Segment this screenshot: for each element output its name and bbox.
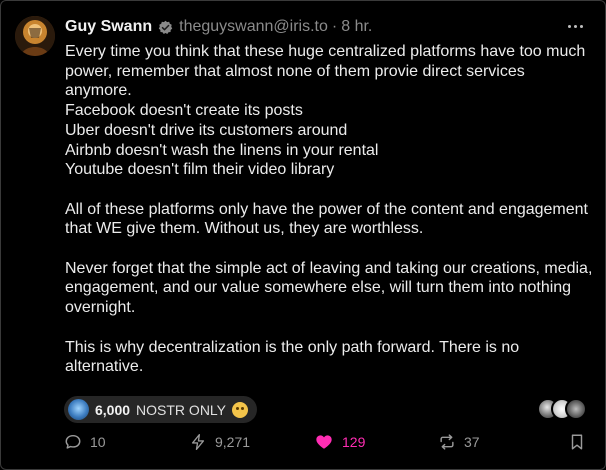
note-header: Guy Swann theguyswann@iris.to · 8 hr. — [65, 16, 585, 38]
like-button[interactable]: 129 — [314, 427, 365, 457]
top-zap-amount: 6,000 — [95, 401, 131, 418]
zapper-avatar — [565, 398, 587, 420]
header-separator: · — [331, 18, 338, 35]
note-card: Guy Swann theguyswann@iris.to · 8 hr. Ev… — [0, 0, 606, 470]
action-bar: 10 9,271 129 37 — [1, 427, 606, 457]
author-avatar[interactable] — [15, 16, 55, 56]
bookmark-button[interactable] — [568, 427, 586, 457]
repost-icon — [440, 434, 454, 450]
repost-count: 37 — [464, 434, 480, 450]
comment-icon — [65, 434, 81, 449]
content-line: Youtube doesn't film their video library — [65, 161, 335, 179]
zapper-avatar-stack[interactable] — [537, 396, 593, 423]
content-line: Never forget that the simple act of leav… — [65, 259, 593, 317]
heart-icon — [316, 435, 332, 449]
author-name[interactable]: Guy Swann — [65, 18, 152, 36]
reply-button[interactable]: 10 — [64, 427, 106, 457]
zapper-avatar — [68, 399, 89, 420]
lightning-icon — [191, 433, 205, 451]
content-line: Airbnb doesn't wash the linens in your r… — [65, 141, 379, 159]
content-line: Uber doesn't drive its customers around — [65, 121, 348, 139]
content-line: Facebook doesn't create its posts — [65, 102, 303, 120]
repost-button[interactable]: 37 — [438, 427, 480, 457]
top-zap-pill[interactable]: 6,000 NOSTR ONLY — [64, 396, 258, 423]
like-count: 129 — [342, 434, 366, 450]
top-zap-message: NOSTR ONLY — [136, 401, 227, 418]
content-line: All of these platforms only have the pow… — [65, 200, 588, 238]
zap-button[interactable]: 9,271 — [189, 427, 250, 457]
content-line: Every time you think that these huge cen… — [65, 43, 586, 100]
more-options-icon[interactable] — [563, 16, 587, 36]
emoji-face-icon — [232, 401, 249, 418]
bookmark-icon — [571, 434, 583, 450]
note-content: Every time you think that these huge cen… — [65, 42, 595, 377]
verified-badge-icon — [158, 20, 173, 35]
content-line: This is why decentralization is the only… — [65, 338, 520, 376]
zap-count: 9,271 — [215, 434, 251, 450]
post-timestamp[interactable]: 8 hr. — [341, 18, 372, 36]
reply-count: 10 — [90, 434, 106, 450]
avatar-portrait-image — [15, 16, 55, 56]
author-handle[interactable]: theguyswann@iris.to — [179, 18, 328, 36]
